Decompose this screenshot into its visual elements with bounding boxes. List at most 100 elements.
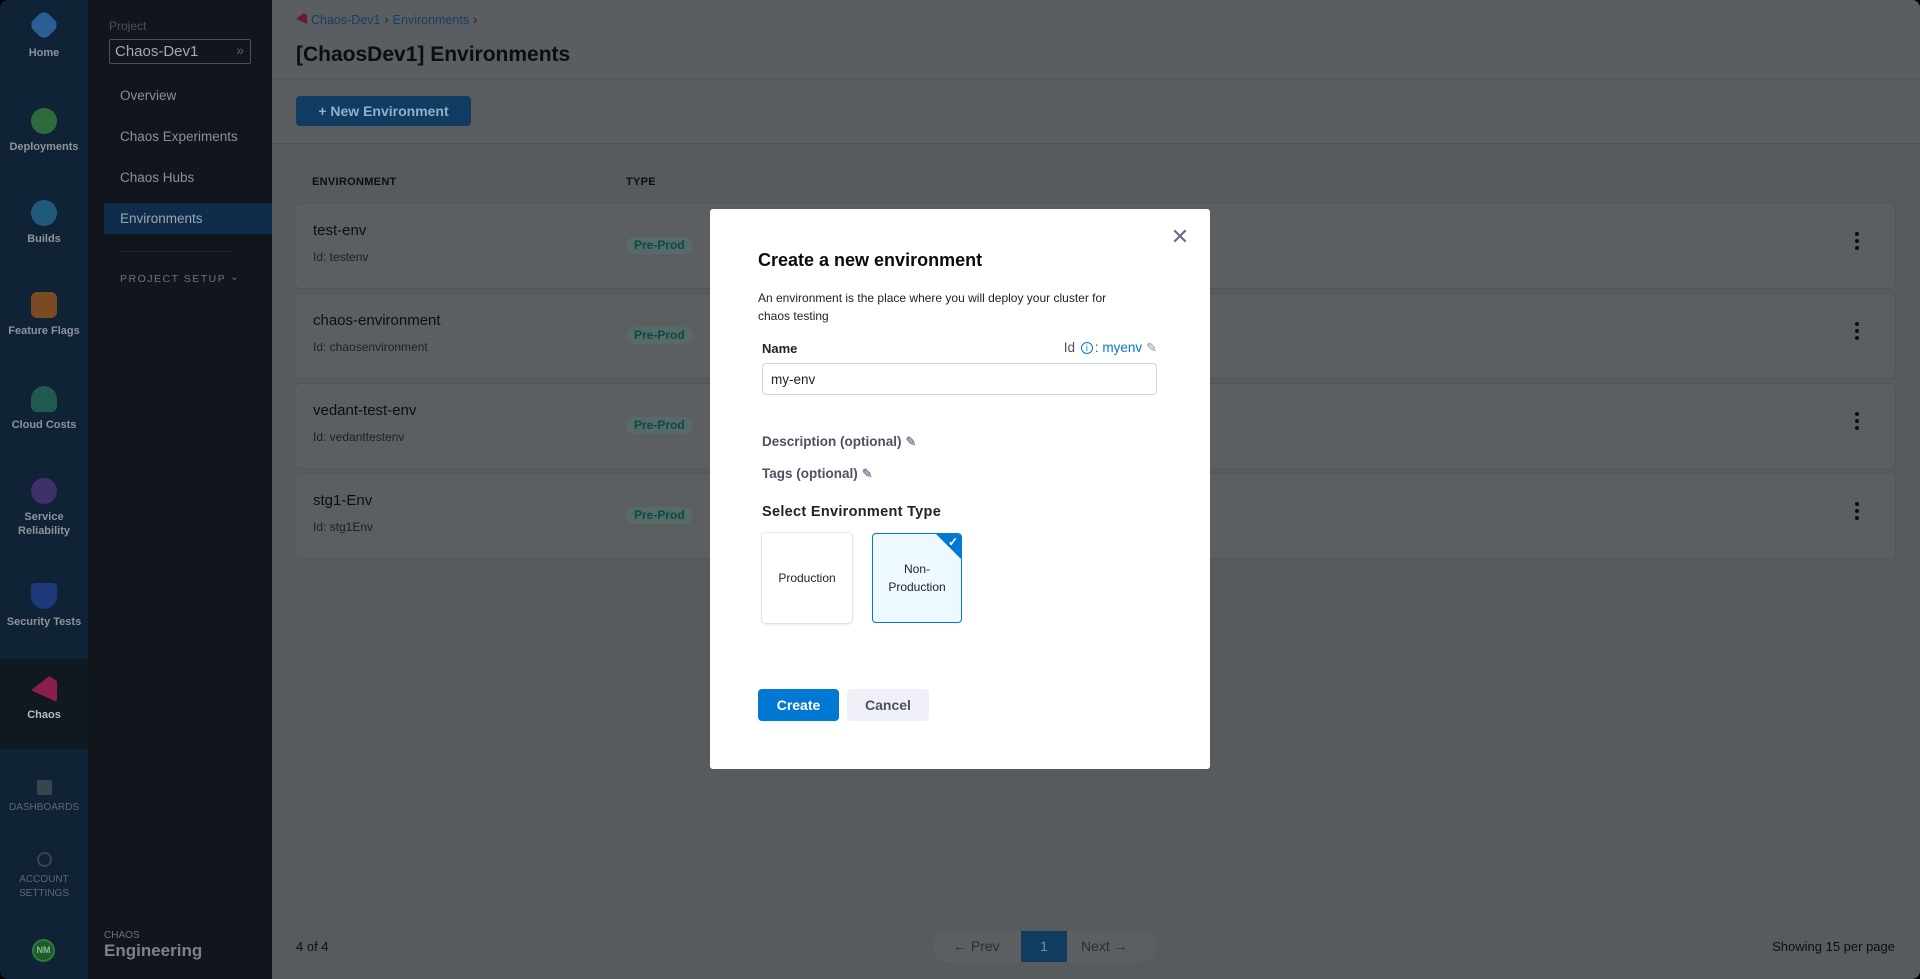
pagination: ← Prev 1 Next → — [933, 931, 1157, 962]
chevron-down-icon: ⌄ — [230, 271, 241, 283]
column-header-type[interactable]: TYPE — [626, 176, 656, 188]
result-count: 4 of 4 — [296, 939, 329, 954]
type-card-label: Production — [778, 571, 836, 585]
project-setup-label: PROJECT SETUP — [120, 273, 227, 285]
name-input[interactable] — [762, 363, 1157, 395]
type-badge: Pre-Prod — [626, 237, 693, 254]
rail-label: Deployments — [9, 141, 79, 153]
check-icon: ✓ — [947, 535, 958, 549]
type-badge: Pre-Prod — [626, 507, 693, 524]
type-card-production[interactable]: Production — [762, 533, 852, 623]
environment-type-label: Select Environment Type — [762, 504, 942, 520]
id-field: Id i: myenv ✎ — [1063, 340, 1157, 355]
rail-item-cloud-costs[interactable]: Cloud Costs — [0, 386, 88, 432]
environment-name: stg1-Env — [313, 492, 373, 509]
sidebar-item-chaos-experiments[interactable]: Chaos Experiments — [104, 121, 272, 152]
service-reliability-icon — [31, 478, 57, 504]
edit-id-pencil-icon[interactable]: ✎ — [1146, 340, 1157, 355]
close-icon[interactable]: ✕ — [1170, 226, 1190, 248]
type-card-label: Non-Production — [888, 562, 946, 594]
chaos-icon — [296, 13, 307, 24]
column-header-environment[interactable]: ENVIRONMENT — [312, 176, 397, 188]
more-options-icon[interactable] — [1855, 322, 1859, 343]
type-card-non-production[interactable]: ✓ Non-Production — [872, 533, 962, 623]
description-toggle[interactable]: Description (optional) ✎ — [762, 434, 916, 450]
page-1-button[interactable]: 1 — [1021, 931, 1067, 962]
rail-label: Security Tests — [6, 616, 82, 628]
page-size-label: Showing 15 per page — [1772, 939, 1895, 954]
tags-toggle[interactable]: Tags (optional) ✎ — [762, 466, 873, 482]
rail-item-security-tests[interactable]: Security Tests — [0, 583, 88, 629]
deployments-icon — [31, 108, 57, 134]
sidebar-item-overview[interactable]: Overview — [104, 80, 272, 111]
dialog-title: Create a new environment — [758, 250, 983, 270]
id-label: Id — [1063, 340, 1076, 355]
environment-id: Id: stg1Env — [313, 520, 374, 534]
rail-item-service-reliability[interactable]: Service Reliability — [0, 478, 88, 538]
rail-label: Feature Flags — [8, 325, 80, 337]
rail-label: Builds — [27, 233, 61, 245]
page-title: [ChaosDev1] Environments — [296, 43, 571, 66]
id-value: myenv — [1102, 340, 1143, 355]
prev-button[interactable]: ← Prev — [953, 938, 1000, 954]
sidebar-item-environments[interactable]: Environments — [104, 203, 272, 234]
more-options-icon[interactable] — [1855, 412, 1859, 433]
builds-icon — [31, 200, 57, 226]
rail-label: DASHBOARDS — [8, 802, 79, 813]
dashboards-icon — [36, 780, 52, 795]
cloud-costs-icon — [31, 386, 57, 412]
type-badge: Pre-Prod — [626, 327, 693, 344]
pencil-icon: ✎ — [861, 466, 873, 481]
rail-item-dashboards[interactable]: DASHBOARDS — [0, 780, 88, 815]
more-options-icon[interactable] — [1855, 502, 1859, 523]
brand-top: CHAOS — [104, 930, 140, 941]
environment-name: vedant-test-env — [313, 402, 417, 419]
gear-icon — [36, 852, 52, 867]
rail-label: Home — [28, 47, 60, 59]
environment-id: Id: vedanttestenv — [313, 430, 405, 444]
chevron-double-right-icon: » — [236, 42, 244, 58]
feature-flags-icon — [31, 292, 57, 318]
rail-label: Cloud Costs — [11, 419, 77, 431]
rail-item-feature-flags[interactable]: Feature Flags — [0, 292, 88, 338]
page-header: Chaos-Dev1 › Environments › [ChaosDev1] Env… — [272, 0, 1920, 79]
rail-label: ACCOUNT SETTINGS — [18, 874, 69, 899]
next-button[interactable]: Next → — [1081, 938, 1128, 954]
project-label: Project — [109, 19, 147, 33]
breadcrumb-project[interactable]: Chaos-Dev1 — [311, 13, 380, 27]
description-label: Description (optional) — [762, 434, 902, 449]
chaos-icon — [31, 676, 57, 702]
rail-label: Service Reliability — [18, 511, 70, 537]
info-icon[interactable]: i — [1080, 342, 1093, 354]
rail-label: Chaos — [27, 709, 61, 721]
breadcrumb: Chaos-Dev1 › Environments › — [296, 13, 481, 27]
create-environment-dialog: ✕ Create a new environment An environmen… — [710, 209, 1210, 769]
environment-name: chaos-environment — [313, 312, 441, 329]
environment-name: test-env — [313, 222, 367, 239]
project-sidebar: Project Chaos-Dev1 » Overview Chaos Exper… — [88, 0, 272, 979]
rail-item-deployments[interactable]: Deployments — [0, 108, 88, 154]
brand-bottom: Engineering — [104, 941, 203, 960]
project-setup-toggle[interactable]: PROJECT SETUP ⌄ — [120, 271, 239, 285]
cancel-button[interactable]: Cancel — [847, 689, 929, 721]
nav-rail: Home Deployments Builds Feature Flags Cl… — [0, 0, 88, 979]
new-environment-button[interactable]: + New Environment — [296, 96, 471, 126]
module-brand: CHAOS Engineering — [104, 930, 202, 961]
avatar[interactable]: NM — [32, 939, 55, 962]
environment-id: Id: testenv — [313, 250, 369, 264]
rail-item-builds[interactable]: Builds — [0, 200, 88, 246]
type-badge: Pre-Prod — [626, 417, 693, 434]
create-button[interactable]: Create — [758, 689, 839, 721]
project-name: Chaos-Dev1 — [115, 43, 199, 60]
divider — [120, 251, 232, 252]
project-selector[interactable]: Chaos-Dev1 » — [109, 39, 251, 64]
breadcrumb-environments[interactable]: Environments — [393, 13, 469, 27]
more-options-icon[interactable] — [1855, 232, 1859, 253]
rail-item-chaos[interactable]: Chaos — [0, 659, 88, 749]
pencil-icon: ✎ — [905, 434, 917, 449]
name-label: Name — [762, 341, 798, 356]
sidebar-item-chaos-hubs[interactable]: Chaos Hubs — [104, 162, 272, 193]
toolbar: + New Environment — [272, 80, 1920, 144]
rail-item-home[interactable]: Home — [0, 9, 88, 60]
rail-item-account-settings[interactable]: ACCOUNT SETTINGS — [0, 852, 88, 901]
